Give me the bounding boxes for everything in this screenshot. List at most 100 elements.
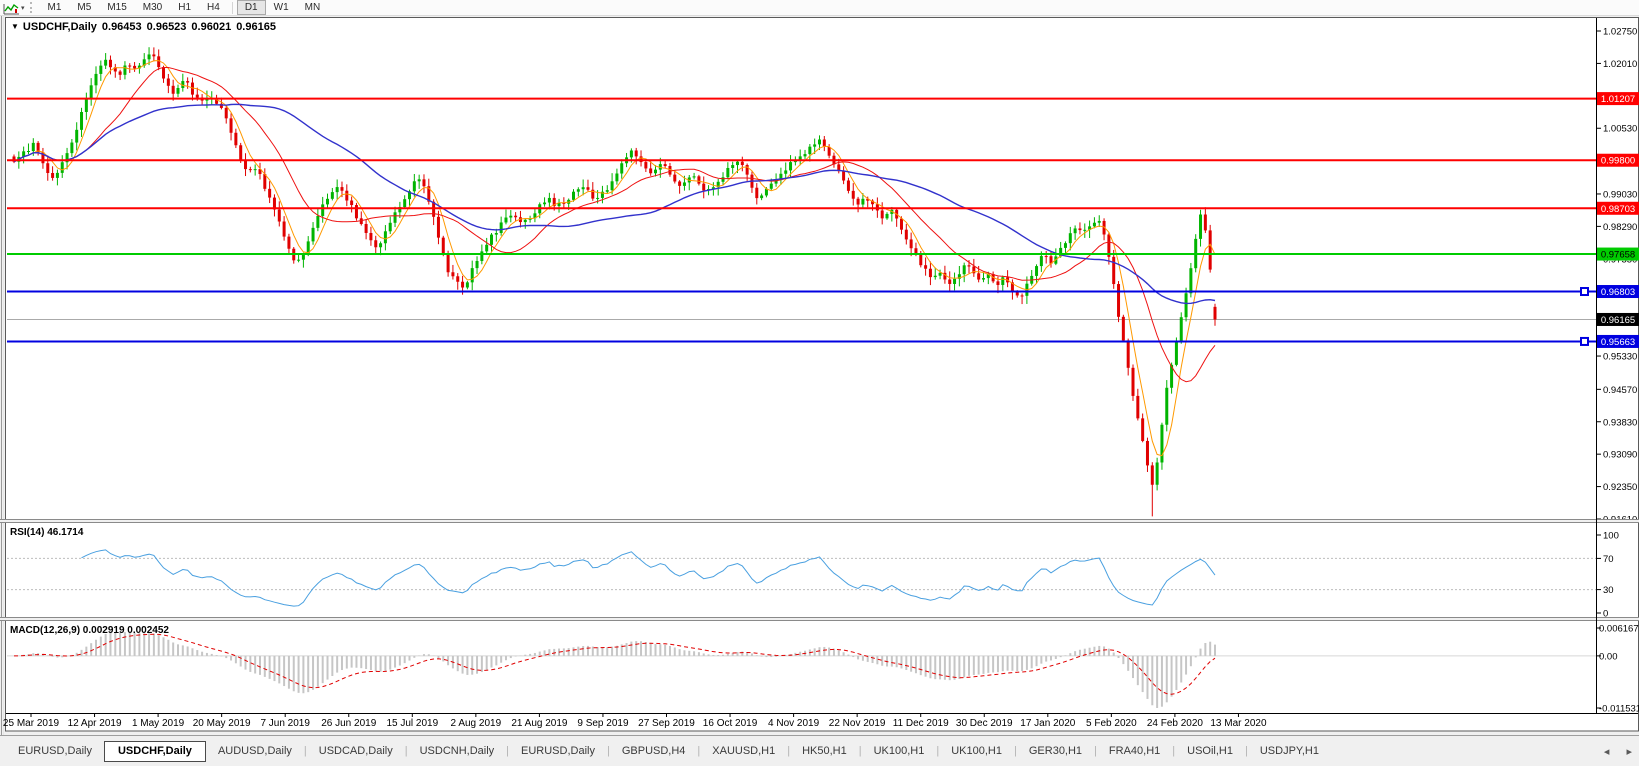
- date-axis-label: 5 Feb 2020: [1086, 718, 1137, 729]
- chart-dropdown-icon[interactable]: ▼: [11, 22, 19, 31]
- chart-tab-audusd-daily[interactable]: AUDUSD,Daily: [206, 742, 304, 761]
- tab-scroll-right-icon[interactable]: ▸: [1626, 746, 1632, 758]
- candle-body: [485, 245, 488, 252]
- candle-body: [649, 168, 652, 173]
- indicators-icon-glyph: [3, 3, 20, 15]
- candle-body: [90, 85, 93, 99]
- candle-body: [1035, 266, 1038, 276]
- timeframe-m1-button[interactable]: M1: [40, 0, 70, 15]
- candle-body: [186, 81, 189, 82]
- candle-body: [726, 168, 729, 177]
- candle-body: [963, 265, 966, 274]
- chart-tab-usdchf-daily[interactable]: USDCHF,Daily: [104, 741, 206, 762]
- candle-body: [46, 163, 49, 173]
- candle-body: [847, 181, 850, 191]
- candle-body: [1165, 388, 1168, 425]
- timeframe-d1-button[interactable]: D1: [237, 0, 266, 15]
- rsi-indicator-label: RSI(14) 46.1714: [10, 527, 83, 538]
- timeframe-mn-button[interactable]: MN: [297, 0, 329, 15]
- candle-body: [857, 199, 860, 205]
- candle-body: [152, 54, 155, 56]
- timeframe-m15-button[interactable]: M15: [99, 0, 134, 15]
- candle-body: [1141, 418, 1144, 441]
- candle-body: [1122, 317, 1125, 341]
- candle-body: [316, 216, 319, 228]
- timeframe-m30-button[interactable]: M30: [135, 0, 170, 15]
- level-handle[interactable]: [1581, 288, 1588, 295]
- chart-tab-usdcad-daily[interactable]: USDCAD,Daily: [307, 742, 405, 761]
- candle-body: [312, 228, 315, 242]
- candle-body: [345, 191, 348, 201]
- candle-body: [1214, 307, 1217, 320]
- candle-body: [755, 188, 758, 198]
- candle-body: [1204, 215, 1207, 231]
- candle-body: [842, 171, 845, 180]
- candle-body: [447, 255, 450, 273]
- candle-body: [99, 66, 102, 74]
- chart-tab-fra40-h1[interactable]: FRA40,H1: [1097, 742, 1172, 761]
- tab-scroll-left-icon[interactable]: ◂: [1604, 746, 1610, 758]
- candle-body: [683, 182, 686, 185]
- date-axis-label: 27 Sep 2019: [638, 718, 695, 729]
- candle-body: [148, 54, 151, 59]
- price-axis-label: 0.95330: [1603, 352, 1637, 363]
- candle-body: [287, 237, 290, 249]
- candle-body: [1083, 230, 1086, 231]
- level-price-tag-text: 0.95663: [1601, 337, 1635, 348]
- candle-body: [586, 187, 589, 190]
- candle-body: [471, 268, 474, 282]
- level-price-tag-text: 1.01207: [1601, 94, 1635, 105]
- chart-tab-xauusd-h1[interactable]: XAUUSD,H1: [700, 742, 787, 761]
- candle-body: [254, 169, 257, 170]
- date-axis-label: 21 Aug 2019: [511, 718, 568, 729]
- candle-body: [104, 60, 107, 66]
- timeframe-h1-button[interactable]: H1: [170, 0, 199, 15]
- timeframe-w1-button[interactable]: W1: [266, 0, 297, 15]
- candle-body: [461, 282, 464, 288]
- candle-body: [900, 219, 903, 230]
- candle-body: [741, 162, 744, 165]
- candle-body: [1117, 284, 1120, 317]
- candle-body: [384, 231, 387, 243]
- candle-body: [476, 261, 479, 268]
- candle-body: [394, 212, 397, 222]
- timeframe-toolbar: ▾ M1M5M15M30H1H4 D1W1MN: [0, 0, 1639, 16]
- chart-tab-uk100-h1[interactable]: UK100,H1: [862, 742, 937, 761]
- candle-body: [297, 260, 300, 261]
- level-handle[interactable]: [1581, 338, 1588, 345]
- chart-tab-uk100-h1[interactable]: UK100,H1: [939, 742, 1014, 761]
- chart-tab-eurusd-daily[interactable]: EURUSD,Daily: [6, 742, 104, 761]
- candle-body: [514, 216, 517, 218]
- candle-body: [722, 177, 725, 182]
- chart-tab-gbpusd-h4[interactable]: GBPUSD,H4: [610, 742, 698, 761]
- chart-tab-usdjpy-h1[interactable]: USDJPY,H1: [1248, 742, 1331, 761]
- candle-body: [1146, 441, 1149, 465]
- candle-body: [379, 243, 382, 247]
- candle-body: [437, 217, 440, 238]
- chart-tab-eurusd-daily[interactable]: EURUSD,Daily: [509, 742, 607, 761]
- candle-body: [910, 239, 913, 248]
- candle-body: [263, 174, 266, 189]
- candle-body: [620, 163, 623, 173]
- toolbar-grip[interactable]: [30, 2, 34, 13]
- chart-tab-hk50-h1[interactable]: HK50,H1: [790, 742, 859, 761]
- candle-body: [374, 240, 377, 247]
- timeframe-m5-button[interactable]: M5: [69, 0, 99, 15]
- price-axis-label: 1.00530: [1603, 124, 1637, 135]
- indicators-icon[interactable]: [3, 2, 20, 14]
- chart-tab-usdcnh-daily[interactable]: USDCNH,Daily: [408, 742, 507, 761]
- candle-body: [789, 162, 792, 170]
- candle-body: [504, 218, 507, 223]
- candle-body: [1021, 295, 1024, 296]
- chart-tab-usoil-h1[interactable]: USOil,H1: [1175, 742, 1245, 761]
- chart-title: USDCHF,Daily: [23, 21, 97, 33]
- candle-body: [119, 71, 122, 74]
- candle-body: [268, 189, 271, 198]
- timeframe-h4-button[interactable]: H4: [199, 0, 228, 15]
- toolbar-dropdown-icon[interactable]: ▾: [21, 4, 25, 12]
- candle-body: [321, 204, 324, 216]
- rsi-axis-label: 100: [1603, 531, 1619, 542]
- chart-tab-ger30-h1[interactable]: GER30,H1: [1017, 742, 1094, 761]
- candle-body: [418, 179, 421, 181]
- symbol-tab-bar: EURUSD,DailyUSDCHF,DailyAUDUSD,Daily|USD…: [0, 735, 1639, 766]
